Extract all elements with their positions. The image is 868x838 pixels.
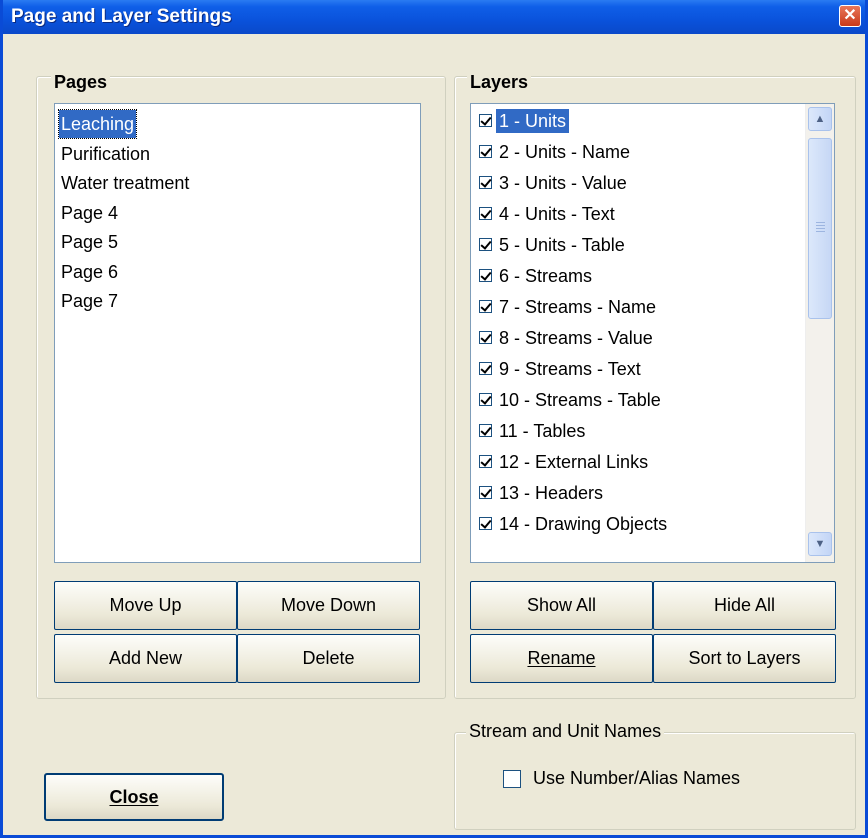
- scroll-thumb[interactable]: [808, 138, 832, 319]
- chevron-up-icon: ▲: [814, 113, 826, 125]
- use-number-alias-checkbox[interactable]: [503, 770, 521, 788]
- close-icon: ✕: [843, 7, 857, 24]
- grip-line: [816, 225, 825, 226]
- scroll-down-button[interactable]: ▼: [808, 532, 832, 556]
- layer-list-item[interactable]: 4 - Units - Text: [479, 198, 618, 229]
- hide-all-button[interactable]: Hide All: [653, 581, 836, 630]
- layer-label: 5 - Units - Table: [499, 234, 625, 255]
- page-list-item[interactable]: Page 6: [59, 258, 120, 286]
- names-legend: Stream and Unit Names: [466, 721, 665, 742]
- layer-label: 9 - Streams - Text: [499, 358, 641, 379]
- close-window-button[interactable]: ✕: [839, 5, 861, 27]
- page-list-item[interactable]: Page 7: [59, 287, 120, 315]
- rename-label: Rename: [527, 648, 596, 668]
- layers-scrollbar[interactable]: ▲ ▼: [805, 104, 834, 562]
- pages-legend: Pages: [51, 72, 111, 93]
- title-bar[interactable]: Page and Layer Settings ✕: [3, 0, 865, 34]
- layer-list-item[interactable]: 8 - Streams - Value: [479, 322, 656, 353]
- delete-button[interactable]: Delete: [237, 634, 420, 683]
- layer-list-item[interactable]: 5 - Units - Table: [479, 229, 628, 260]
- layer-list-item[interactable]: 14 - Drawing Objects: [479, 508, 670, 539]
- layer-list-item[interactable]: 7 - Streams - Name: [479, 291, 659, 322]
- grip-line: [816, 231, 825, 232]
- layer-checkbox[interactable]: [479, 517, 492, 530]
- layer-label: 14 - Drawing Objects: [499, 513, 668, 534]
- layer-checkbox[interactable]: [479, 114, 492, 127]
- move-up-button[interactable]: Move Up: [54, 581, 237, 630]
- layer-label: 12 - External Links: [499, 451, 649, 472]
- layer-checkbox[interactable]: [479, 455, 492, 468]
- page-list-item[interactable]: Purification: [59, 140, 152, 168]
- page-list-item[interactable]: Page 5: [59, 228, 120, 256]
- layer-list-item[interactable]: 6 - Streams: [479, 260, 595, 291]
- layer-list-item[interactable]: 12 - External Links: [479, 446, 651, 477]
- layer-checkbox[interactable]: [479, 486, 492, 499]
- layer-label: 6 - Streams: [499, 265, 593, 286]
- window-title: Page and Layer Settings: [11, 6, 232, 27]
- page-list-item[interactable]: Page 4: [59, 199, 120, 227]
- pages-list[interactable]: Leaching Purification Water treatment Page …: [54, 103, 421, 563]
- layer-label: 7 - Streams - Name: [499, 296, 657, 317]
- layer-checkbox[interactable]: [479, 300, 492, 313]
- layer-list-item[interactable]: 1 - Units: [479, 105, 570, 136]
- layer-checkbox[interactable]: [479, 145, 492, 158]
- grip-line: [816, 228, 825, 229]
- layer-label: 2 - Units - Name: [499, 141, 631, 162]
- scroll-up-button[interactable]: ▲: [808, 107, 832, 131]
- show-all-button[interactable]: Show All: [470, 581, 653, 630]
- layer-checkbox[interactable]: [479, 269, 492, 282]
- layer-list-item[interactable]: 13 - Headers: [479, 477, 606, 508]
- close-button[interactable]: Close: [44, 773, 224, 821]
- layer-label: 1 - Units: [496, 108, 570, 133]
- layer-checkbox[interactable]: [479, 362, 492, 375]
- chevron-down-icon: ▼: [814, 538, 826, 550]
- rename-button[interactable]: Rename: [470, 634, 653, 683]
- page-list-item[interactable]: Water treatment: [59, 169, 191, 197]
- close-label: Close: [109, 786, 159, 807]
- layer-list-item[interactable]: 9 - Streams - Text: [479, 353, 644, 384]
- move-down-button[interactable]: Move Down: [237, 581, 420, 630]
- add-new-button[interactable]: Add New: [54, 634, 237, 683]
- layer-label: 11 - Tables: [499, 420, 586, 441]
- layer-label: 10 - Streams - Table: [499, 389, 661, 410]
- layers-list[interactable]: 1 - Units 2 - Units - Name 3 - Units - Val…: [470, 103, 835, 563]
- dialog-window: Page and Layer Settings ✕ Pages Leaching…: [0, 0, 868, 838]
- layer-checkbox[interactable]: [479, 424, 492, 437]
- layer-checkbox[interactable]: [479, 331, 492, 344]
- layer-checkbox[interactable]: [479, 207, 492, 220]
- layer-list-item[interactable]: 11 - Tables: [479, 415, 588, 446]
- layer-checkbox[interactable]: [479, 393, 492, 406]
- layer-list-item[interactable]: 3 - Units - Value: [479, 167, 630, 198]
- layer-list-item[interactable]: 2 - Units - Name: [479, 136, 633, 167]
- layer-label: 3 - Units - Value: [499, 172, 627, 193]
- use-number-alias-label[interactable]: Use Number/Alias Names: [533, 768, 740, 789]
- layer-checkbox[interactable]: [479, 238, 492, 251]
- grip-line: [816, 222, 825, 223]
- layer-label: 13 - Headers: [499, 482, 604, 503]
- layers-legend: Layers: [467, 72, 532, 93]
- sort-to-layers-button[interactable]: Sort to Layers: [653, 634, 836, 683]
- layer-list-item[interactable]: 10 - Streams - Table: [479, 384, 664, 415]
- page-list-item[interactable]: Leaching: [57, 109, 138, 139]
- layer-checkbox[interactable]: [479, 176, 492, 189]
- layer-label: 4 - Units - Text: [499, 203, 615, 224]
- layer-label: 8 - Streams - Value: [499, 327, 653, 348]
